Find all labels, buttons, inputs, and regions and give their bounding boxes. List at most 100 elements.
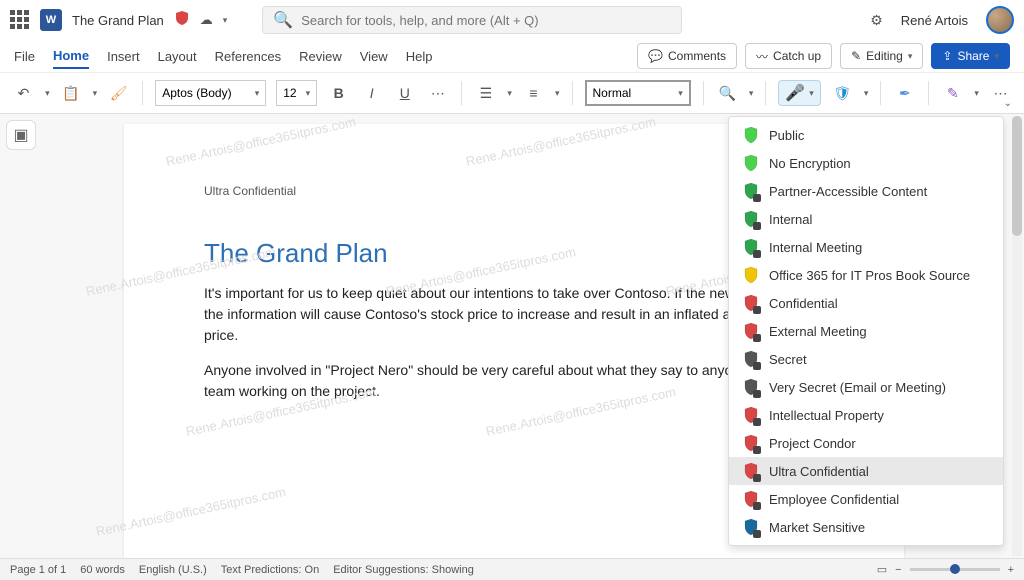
bullet-list-button[interactable]: ☰ xyxy=(474,81,497,105)
sensitivity-option-label: Internal xyxy=(769,212,812,227)
lock-icon xyxy=(753,390,761,398)
editing-mode-button[interactable]: ✎Editing ▾ xyxy=(840,43,923,69)
lock-icon xyxy=(753,222,761,230)
sensitivity-dropdown[interactable]: Public No Encryption Partner-Accessible Co… xyxy=(728,116,1004,546)
lock-icon xyxy=(753,530,761,538)
clipboard-button[interactable]: 📋 xyxy=(60,81,83,105)
zoom-controls: ▭ − + xyxy=(877,563,1014,576)
overflow-font-button[interactable]: ⋯ xyxy=(426,81,449,105)
comments-button[interactable]: 💬Comments xyxy=(637,43,737,69)
sensitivity-option-label: Intellectual Property xyxy=(769,408,884,423)
page-view-button[interactable]: ▭ xyxy=(877,563,887,576)
sensitivity-option[interactable]: External Meeting xyxy=(729,317,1003,345)
sensitivity-option-label: Very Secret (Email or Meeting) xyxy=(769,380,946,395)
sensitivity-option[interactable]: Partner-Accessible Content xyxy=(729,177,1003,205)
sensitivity-option[interactable]: Confidential xyxy=(729,289,1003,317)
pencil-icon: ✎ xyxy=(851,49,861,63)
shield-icon xyxy=(743,490,759,508)
find-button[interactable]: 🔍 xyxy=(716,81,739,105)
tab-help[interactable]: Help xyxy=(406,45,433,68)
tab-insert[interactable]: Insert xyxy=(107,45,140,68)
sensitivity-option[interactable]: Office 365 for IT Pros Book Source xyxy=(729,261,1003,289)
shield-icon xyxy=(743,350,759,368)
shield-icon xyxy=(743,434,759,452)
nav-pane-button[interactable]: ▣ xyxy=(6,120,36,150)
document-title[interactable]: The Grand Plan xyxy=(72,13,164,28)
app-launcher-icon[interactable] xyxy=(10,10,30,30)
lock-icon xyxy=(753,418,761,426)
zoom-slider[interactable] xyxy=(910,568,1000,571)
shield-icon xyxy=(743,322,759,340)
scrollbar-thumb[interactable] xyxy=(1012,116,1022,236)
tab-file[interactable]: File xyxy=(14,45,35,68)
avatar[interactable] xyxy=(986,6,1014,34)
zoom-in-button[interactable]: + xyxy=(1008,564,1014,576)
underline-button[interactable]: U xyxy=(393,81,416,105)
word-count[interactable]: 60 words xyxy=(80,564,125,576)
editor-button[interactable]: ✎ xyxy=(941,81,964,105)
sensitivity-option[interactable]: Internal xyxy=(729,205,1003,233)
catch-up-button[interactable]: 〰Catch up xyxy=(745,43,832,69)
search-input[interactable] xyxy=(301,13,671,28)
share-button[interactable]: ⇪Share ▾ xyxy=(931,43,1010,69)
sensitivity-option-label: Public xyxy=(769,128,804,143)
sensitivity-option[interactable]: Very Secret (Email or Meeting) xyxy=(729,373,1003,401)
title-bar: W The Grand Plan ☁ ▾ 🔍 ⚙ René Artois xyxy=(0,0,1024,40)
tab-references[interactable]: References xyxy=(215,45,281,68)
text-predictions-status[interactable]: Text Predictions: On xyxy=(221,564,319,576)
sensitivity-option[interactable]: No Encryption xyxy=(729,149,1003,177)
shield-icon xyxy=(743,210,759,228)
undo-button[interactable]: ↶ xyxy=(12,81,35,105)
sensitivity-option-label: Confidential xyxy=(769,296,838,311)
font-size-select[interactable]: 12▾ xyxy=(276,80,317,106)
lock-icon xyxy=(753,446,761,454)
align-button[interactable]: ≡ xyxy=(522,81,545,105)
sensitivity-option[interactable]: Market Sensitive xyxy=(729,513,1003,541)
bold-button[interactable]: B xyxy=(327,81,350,105)
sensitivity-option-label: Internal Meeting xyxy=(769,240,862,255)
dictate-button[interactable]: 🎤▾ xyxy=(778,80,820,106)
vertical-scrollbar[interactable] xyxy=(1012,116,1022,556)
tab-layout[interactable]: Layout xyxy=(158,45,197,68)
zoom-out-button[interactable]: − xyxy=(895,564,901,576)
gear-icon[interactable]: ⚙ xyxy=(870,12,883,29)
sensitivity-option[interactable]: Public xyxy=(729,121,1003,149)
sensitivity-option[interactable]: Internal Meeting xyxy=(729,233,1003,261)
sensitivity-option[interactable]: Employee Confidential xyxy=(729,485,1003,513)
sensitivity-option[interactable]: Secret xyxy=(729,345,1003,373)
shield-icon xyxy=(743,266,759,284)
sensitivity-option-label: Partner-Accessible Content xyxy=(769,184,927,199)
sensitivity-option[interactable]: Intellectual Property xyxy=(729,401,1003,429)
lock-icon xyxy=(753,306,761,314)
sensitivity-option[interactable]: Ultra Confidential xyxy=(729,457,1003,485)
sensitivity-option-label: Project Condor xyxy=(769,436,856,451)
shield-icon xyxy=(743,182,759,200)
sensitivity-button[interactable]: 🛡 xyxy=(831,81,854,105)
shield-icon xyxy=(743,294,759,312)
language-indicator[interactable]: English (U.S.) xyxy=(139,564,207,576)
search-box[interactable]: 🔍 xyxy=(262,6,682,34)
chevron-down-icon[interactable]: ▾ xyxy=(223,15,228,26)
share-icon: ⇪ xyxy=(942,49,952,63)
tab-review[interactable]: Review xyxy=(299,45,342,68)
lock-icon xyxy=(753,334,761,342)
format-painter-button[interactable]: 🖌 xyxy=(107,81,130,105)
sensitivity-option-label: Office 365 for IT Pros Book Source xyxy=(769,268,970,283)
watermark: Rene.Artois@office365itpros.com xyxy=(95,484,287,539)
designer-button[interactable]: ✒ xyxy=(893,81,916,105)
tab-home[interactable]: Home xyxy=(53,44,89,69)
sensitivity-option-label: Secret xyxy=(769,352,807,367)
ribbon-collapse-button[interactable]: ⌄ xyxy=(1004,98,1012,109)
page-indicator[interactable]: Page 1 of 1 xyxy=(10,564,66,576)
username-label[interactable]: René Artois xyxy=(901,13,968,28)
sensitivity-shield-icon[interactable] xyxy=(174,10,190,31)
italic-button[interactable]: I xyxy=(360,81,383,105)
style-select[interactable]: Normal▾ xyxy=(585,80,691,106)
editor-suggestions-status[interactable]: Editor Suggestions: Showing xyxy=(333,564,474,576)
cloud-sync-icon[interactable]: ☁ xyxy=(200,12,213,28)
tab-view[interactable]: View xyxy=(360,45,388,68)
sensitivity-option[interactable]: Project Condor xyxy=(729,429,1003,457)
font-select[interactable]: Aptos (Body)▾ xyxy=(155,80,266,106)
comment-icon: 💬 xyxy=(648,49,663,63)
shield-icon xyxy=(743,378,759,396)
